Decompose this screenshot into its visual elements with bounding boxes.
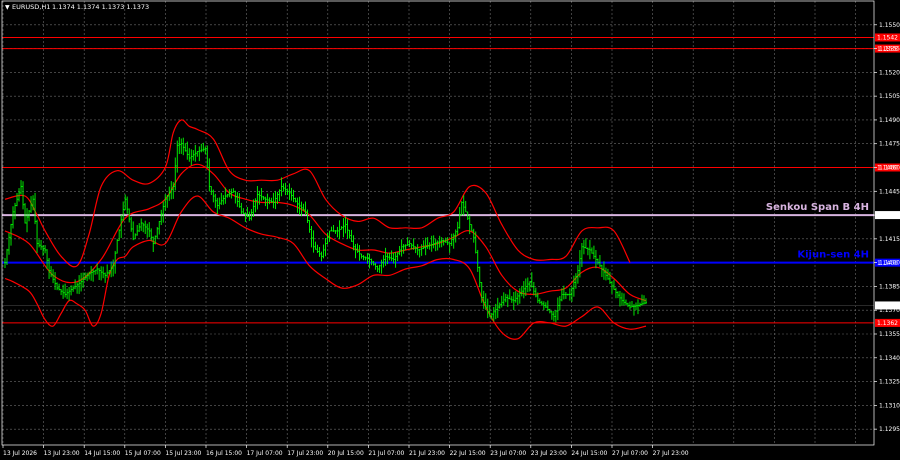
x-tick-label: 15 Jul 23:00 — [165, 450, 201, 457]
y-tick-label: 1.1475 — [879, 141, 900, 148]
chart-header: ▼ EURUSD,H1 1.1374 1.1374 1.1373 1.1373 — [5, 3, 149, 11]
y-tick-label: 1.1385 — [879, 283, 900, 290]
y-tick-label: 1.1505 — [879, 93, 900, 100]
y-tick-label: 1.1550 — [879, 22, 900, 29]
y-tick-label: 1.1415 — [879, 236, 900, 243]
x-tick-label: 21 Jul 23:00 — [409, 450, 445, 457]
y-tick-label: 1.1400 — [879, 260, 900, 267]
x-tick-label: 17 Jul 07:00 — [247, 450, 283, 457]
y-tick-label: 1.1355 — [879, 331, 900, 338]
forex-chart[interactable]: 1.1542 1.1535 1.1460 1.1430 Senkou Span B 4H… — [0, 0, 900, 460]
y-tick-label: 1.1340 — [879, 355, 900, 362]
x-tick-label: 21 Jul 07:00 — [368, 450, 404, 457]
x-tick-label: 17 Jul 23:00 — [287, 450, 323, 457]
level-tag-label: 1.1362 — [877, 320, 898, 327]
y-tick-label: 1.1370 — [879, 307, 900, 314]
y-tick-label: 1.1460 — [879, 165, 900, 172]
chart-background — [0, 0, 900, 460]
y-tick-label: 1.1535 — [879, 46, 900, 53]
x-tick-label: 15 Jul 07:00 — [125, 450, 161, 457]
x-tick-label: 13 Jul 2026 — [3, 450, 37, 457]
y-tick-label: 1.1325 — [879, 379, 900, 386]
symbol-label: EURUSD,H1 — [12, 3, 50, 11]
x-tick-label: 24 Jul 15:00 — [571, 450, 607, 457]
kijun-sen-label: Kijun-sen 4H — [797, 250, 869, 261]
y-tick-label: 1.1310 — [879, 402, 900, 409]
y-tick-label: 1.1490 — [879, 117, 900, 124]
x-tick-label: 22 Jul 15:00 — [450, 450, 486, 457]
senkou-span-b-label: Senkou Span B 4H — [766, 202, 869, 213]
x-tick-label: 20 Jul 15:00 — [328, 450, 364, 457]
dropdown-triangle-icon[interactable]: ▼ — [5, 4, 10, 11]
y-tick-label: 1.1520 — [879, 69, 900, 76]
quote-label: 1.1374 1.1374 1.1373 1.1373 — [52, 3, 149, 11]
x-tick-label: 16 Jul 15:00 — [206, 450, 242, 457]
level-tag-label: 1.1542 — [877, 35, 898, 42]
y-tick-label: 1.1295 — [879, 426, 900, 433]
x-tick-label: 13 Jul 23:00 — [44, 450, 80, 457]
y-tick-label: 1.1445 — [879, 188, 900, 195]
x-tick-label: 14 Jul 15:00 — [84, 450, 120, 457]
x-tick-label: 23 Jul 07:00 — [490, 450, 526, 457]
x-tick-label: 27 Jul 23:00 — [653, 450, 689, 457]
x-tick-label: 23 Jul 23:00 — [531, 450, 567, 457]
y-tick-label: 1.1430 — [879, 212, 900, 219]
x-tick-label: 27 Jul 07:00 — [612, 450, 648, 457]
